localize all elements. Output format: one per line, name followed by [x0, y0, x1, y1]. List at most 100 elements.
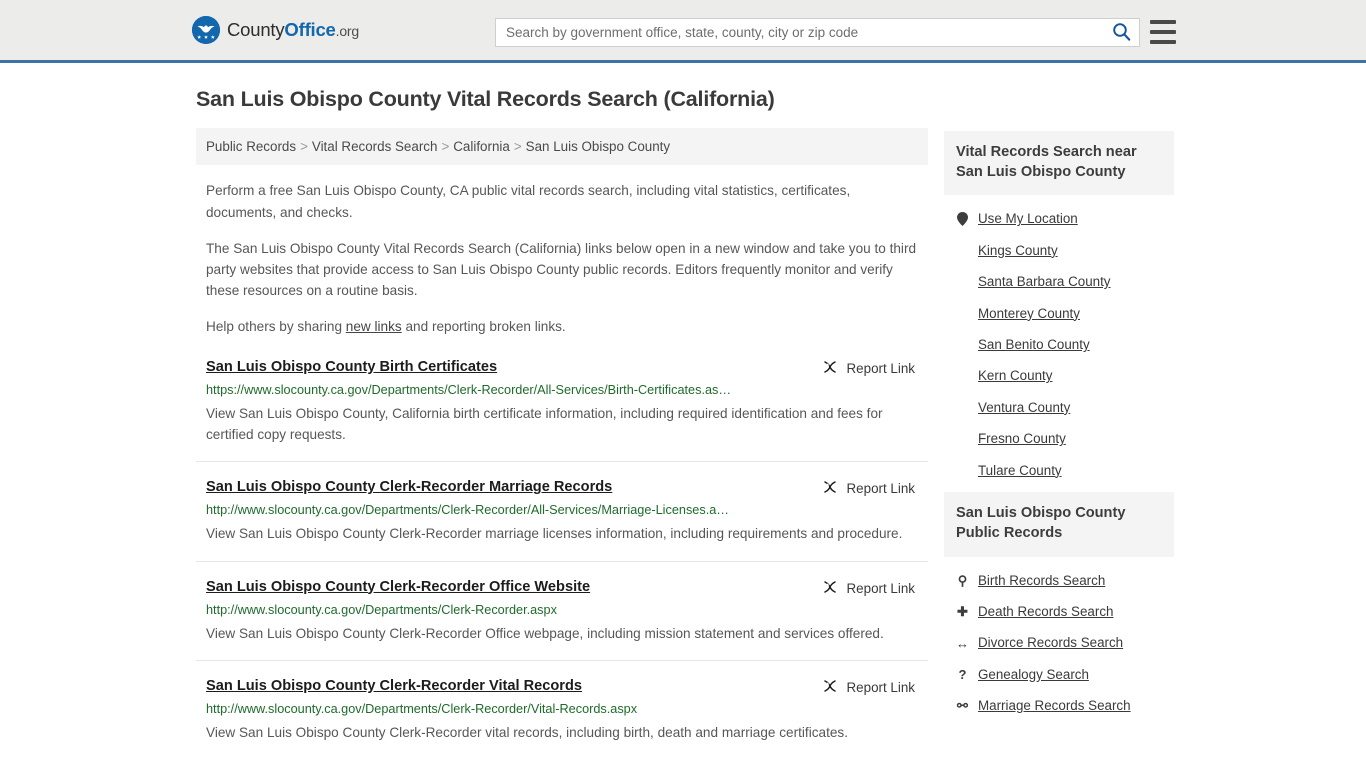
search-result-item: San Luis Obispo County Clerk-Recorder Vi…	[196, 677, 928, 759]
breadcrumb-item[interactable]: San Luis Obispo County	[526, 139, 670, 154]
breadcrumb-item[interactable]: California	[453, 139, 510, 154]
baby-icon: ⚲	[957, 572, 968, 588]
breadcrumb-item[interactable]: Vital Records Search	[312, 139, 438, 154]
result-title-link[interactable]: San Luis Obispo County Birth Certificate…	[206, 358, 497, 377]
result-description: View San Luis Obispo County, California …	[206, 405, 883, 442]
nearby-county-item[interactable]: Kern County	[944, 360, 1174, 391]
report-link-button[interactable]: Report Link	[822, 677, 915, 697]
search-results-list: San Luis Obispo County Birth Certificate…	[196, 358, 928, 760]
logo-bold: Office	[284, 19, 336, 40]
nearby-county-label[interactable]: Tulare County	[978, 462, 1062, 479]
result-header: San Luis Obispo County Clerk-Recorder Ma…	[206, 478, 918, 498]
report-link-button[interactable]: Report Link	[822, 478, 915, 498]
nearby-county-item[interactable]: Ventura County	[944, 392, 1174, 423]
result-url: http://www.slocounty.ca.gov/Departments/…	[206, 503, 729, 518]
logo-wordmark: CountyOffice.org	[227, 19, 359, 41]
result-header: San Luis Obispo County Birth Certificate…	[206, 358, 918, 378]
report-link-button[interactable]: Report Link	[822, 578, 915, 598]
nearby-county-item[interactable]: Monterey County	[944, 298, 1174, 329]
public-record-label[interactable]: Divorce Records Search	[978, 634, 1123, 651]
broken-link-icon	[822, 479, 838, 498]
search-input[interactable]	[496, 19, 1103, 46]
content-container: San Luis Obispo County Vital Records Sea…	[188, 87, 1178, 768]
search-result-item: San Luis Obispo County Birth Certificate…	[196, 358, 928, 463]
main-column: Public Records > Vital Records Search > Cali…	[196, 128, 928, 768]
public-record-label[interactable]: Birth Records Search	[978, 572, 1105, 589]
nearby-county-label[interactable]: Ventura County	[978, 399, 1070, 416]
result-url: http://www.slocounty.ca.gov/Departments/…	[206, 602, 557, 617]
logo-suffix: .org	[335, 23, 360, 39]
public-record-item[interactable]: ⚯ Marriage Records Search	[944, 690, 1174, 721]
sidebar: Vital Records Search near San Luis Obisp…	[944, 131, 1174, 728]
new-links-link[interactable]: new links	[346, 319, 402, 334]
nearby-counties-list: Use My Location Kings County Santa Barbara…	[944, 195, 1174, 486]
report-link-button[interactable]: Report Link	[822, 358, 915, 378]
public-record-label[interactable]: Marriage Records Search	[978, 697, 1131, 714]
intro-paragraph-3: Help others by sharing new links and rep…	[206, 316, 918, 337]
search-button[interactable]	[1103, 19, 1139, 46]
result-title-link[interactable]: San Luis Obispo County Clerk-Recorder Vi…	[206, 677, 582, 696]
result-description: View San Luis Obispo County Clerk-Record…	[206, 526, 903, 542]
intro-paragraph-1: Perform a free San Luis Obispo County, C…	[206, 183, 851, 220]
two-column-layout: Public Records > Vital Records Search > Cali…	[188, 128, 1178, 768]
breadcrumb: Public Records > Vital Records Search > Cali…	[196, 128, 928, 166]
result-header: San Luis Obispo County Clerk-Recorder Of…	[206, 578, 918, 598]
intro-p3-after: and reporting broken links.	[401, 319, 566, 335]
nearby-county-label[interactable]: Monterey County	[978, 305, 1080, 322]
breadcrumb-separator: >	[513, 139, 522, 154]
hamburger-menu-icon[interactable]	[1150, 20, 1176, 44]
nearby-county-item[interactable]: Santa Barbara County	[944, 266, 1174, 297]
public-record-item[interactable]: ✚ Death Records Search	[944, 596, 1174, 627]
nearby-county-label[interactable]: Santa Barbara County	[978, 273, 1111, 290]
result-description: View San Luis Obispo County Clerk-Record…	[206, 725, 848, 741]
result-title-link[interactable]: San Luis Obispo County Clerk-Recorder Of…	[206, 578, 590, 597]
logo-prefix: County	[227, 19, 285, 40]
page-title: San Luis Obispo County Vital Records Sea…	[196, 87, 775, 111]
nearby-county-label[interactable]: Use My Location	[978, 210, 1078, 227]
nearby-county-item[interactable]: San Benito County	[944, 329, 1174, 360]
public-record-item[interactable]: ↔ Divorce Records Search	[944, 627, 1174, 658]
public-records-list: ⚲ Birth Records Search ✚ Death Records Sear…	[944, 557, 1174, 722]
intro-p3-before: Help others by sharing	[206, 319, 346, 335]
public-record-item[interactable]: ⚲ Birth Records Search	[944, 565, 1174, 596]
public-records-panel: San Luis Obispo County Public Records ⚲ B…	[944, 492, 1174, 721]
nearby-county-label[interactable]: Fresno County	[978, 430, 1066, 447]
search-icon	[1112, 22, 1131, 44]
result-url: http://www.slocounty.ca.gov/Departments/…	[206, 701, 638, 716]
nearby-county-item[interactable]: Kings County	[944, 235, 1174, 266]
public-record-item[interactable]: ? Genealogy Search	[944, 659, 1174, 690]
site-logo[interactable]: CountyOffice.org	[192, 16, 359, 44]
result-url: https://www.slocounty.ca.gov/Departments…	[206, 382, 732, 397]
search-bar	[495, 18, 1140, 47]
broken-link-icon	[822, 678, 838, 697]
breadcrumb-item[interactable]: Public Records	[206, 139, 296, 154]
map-pin-icon	[956, 212, 969, 227]
nearby-county-label[interactable]: San Benito County	[978, 336, 1090, 353]
public-record-label[interactable]: Genealogy Search	[978, 666, 1089, 683]
question-mark-icon: ?	[958, 667, 967, 683]
result-title-link[interactable]: San Luis Obispo County Clerk-Recorder Ma…	[206, 478, 612, 497]
nearby-counties-heading: Vital Records Search near San Luis Obisp…	[944, 131, 1174, 196]
broken-link-icon	[822, 579, 838, 598]
search-result-item: San Luis Obispo County Clerk-Recorder Of…	[196, 578, 928, 661]
public-record-label[interactable]: Death Records Search	[978, 603, 1113, 620]
eagle-seal-icon	[192, 16, 220, 44]
nearby-county-label[interactable]: Kern County	[978, 367, 1052, 384]
breadcrumb-separator: >	[441, 139, 450, 154]
report-link-label: Report Link	[846, 679, 915, 695]
nearby-county-item[interactable]: Fresno County	[944, 423, 1174, 454]
hamburger-bar	[1150, 40, 1176, 44]
breadcrumb-separator: >	[300, 139, 308, 154]
result-description: View San Luis Obispo County Clerk-Record…	[206, 625, 884, 641]
nearby-county-item[interactable]: Use My Location	[944, 203, 1174, 234]
cross-icon: ✚	[957, 604, 968, 620]
report-link-label: Report Link	[846, 481, 915, 497]
page-body: San Luis Obispo County Vital Records Sea…	[0, 87, 1366, 768]
male-female-icon: ⚯	[957, 698, 968, 714]
hamburger-bar	[1150, 20, 1176, 24]
broken-link-icon	[822, 359, 838, 378]
nearby-county-item[interactable]: Tulare County	[944, 455, 1174, 486]
result-header: San Luis Obispo County Clerk-Recorder Vi…	[206, 677, 918, 697]
public-records-heading: San Luis Obispo County Public Records	[944, 492, 1174, 557]
nearby-county-label[interactable]: Kings County	[978, 242, 1058, 259]
